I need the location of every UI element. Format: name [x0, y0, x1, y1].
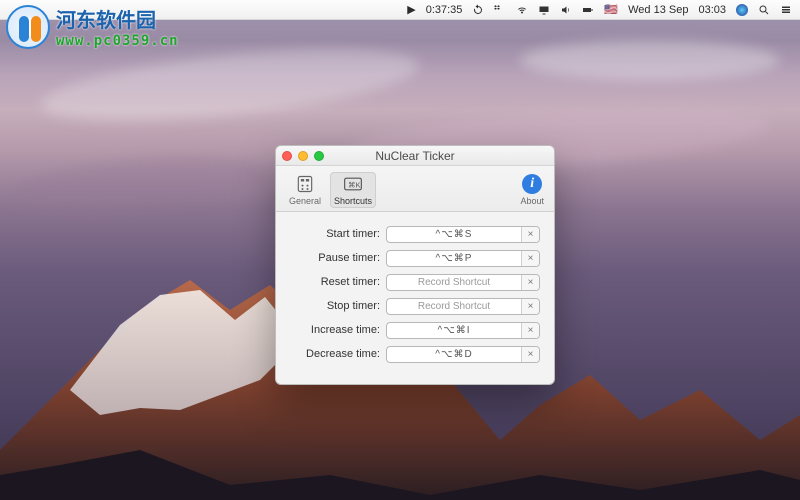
zoom-icon[interactable] — [314, 151, 324, 161]
cloud-decoration — [38, 35, 422, 134]
clear-shortcut-button[interactable]: × — [521, 275, 539, 290]
clear-shortcut-button[interactable]: × — [521, 227, 539, 242]
tab-general[interactable]: General — [282, 172, 328, 208]
battery-icon[interactable] — [582, 4, 594, 16]
shortcut-placeholder: Record Shortcut — [387, 299, 521, 314]
site-logo-icon — [6, 5, 50, 49]
tab-general-label: General — [289, 196, 321, 206]
shortcut-row: Start timer:^⌥⌘S× — [290, 224, 540, 244]
shortcut-placeholder: Record Shortcut — [387, 275, 521, 290]
tab-shortcuts-label: Shortcuts — [334, 196, 372, 206]
shortcut-label: Reset timer: — [290, 276, 386, 288]
tab-about-label: About — [520, 196, 544, 206]
shortcut-value: ^⌥⌘D — [387, 347, 521, 362]
sync-icon[interactable] — [472, 4, 484, 16]
shortcuts-icon: ⌘K — [342, 174, 364, 194]
menubar-time[interactable]: 03:03 — [698, 4, 726, 16]
info-icon: i — [522, 174, 542, 194]
dropbox-icon[interactable] — [494, 4, 506, 16]
site-name: 河东软件园 — [56, 4, 179, 33]
shortcut-label: Start timer: — [290, 228, 386, 240]
shortcut-recorder[interactable]: Record Shortcut× — [386, 298, 540, 315]
shortcut-recorder[interactable]: ^⌥⌘I× — [386, 322, 540, 339]
notifications-icon[interactable] — [780, 4, 792, 16]
shortcut-value: ^⌥⌘S — [387, 227, 521, 242]
preferences-window: NuClear Ticker General ⌘K Shortcuts — [275, 145, 555, 385]
wifi-icon[interactable] — [516, 4, 528, 16]
siri-icon[interactable] — [736, 4, 748, 16]
cloud-decoration — [520, 40, 780, 80]
shortcut-recorder[interactable]: Record Shortcut× — [386, 274, 540, 291]
shortcut-row: Pause timer:^⌥⌘P× — [290, 248, 540, 268]
preferences-toolbar: General ⌘K Shortcuts i About — [276, 166, 554, 212]
site-url: www.pc0359.cn — [56, 33, 179, 49]
shortcut-label: Stop timer: — [290, 300, 386, 312]
tab-shortcuts[interactable]: ⌘K Shortcuts — [330, 172, 376, 208]
shortcut-label: Decrease time: — [290, 348, 386, 360]
shortcut-value: ^⌥⌘P — [387, 251, 521, 266]
cloud-decoration — [8, 149, 271, 221]
shortcut-recorder[interactable]: ^⌥⌘S× — [386, 226, 540, 243]
shortcut-row: Increase time:^⌥⌘I× — [290, 320, 540, 340]
menubar-date[interactable]: Wed 13 Sep — [628, 4, 688, 16]
close-icon[interactable] — [282, 151, 292, 161]
desktop-wallpaper: ▶ 0:37:35 🇺🇸 Wed 13 Sep 03:03 河东软件园 www.… — [0, 0, 800, 500]
input-flag[interactable]: 🇺🇸 — [604, 3, 618, 16]
playback-status-icon[interactable]: ▶ — [407, 3, 415, 16]
volume-icon[interactable] — [560, 4, 572, 16]
shortcut-row: Decrease time:^⌥⌘D× — [290, 344, 540, 364]
shortcut-label: Increase time: — [290, 324, 386, 336]
window-titlebar[interactable]: NuClear Ticker — [276, 146, 554, 166]
shortcut-row: Stop timer:Record Shortcut× — [290, 296, 540, 316]
tab-about[interactable]: i About — [520, 174, 548, 206]
display-icon[interactable] — [538, 4, 550, 16]
clear-shortcut-button[interactable]: × — [521, 323, 539, 338]
shortcut-value: ^⌥⌘I — [387, 323, 521, 338]
clear-shortcut-button[interactable]: × — [521, 347, 539, 362]
spotlight-icon[interactable] — [758, 4, 770, 16]
general-icon — [294, 174, 316, 194]
svg-text:⌘K: ⌘K — [348, 180, 361, 189]
clear-shortcut-button[interactable]: × — [521, 299, 539, 314]
clear-shortcut-button[interactable]: × — [521, 251, 539, 266]
shortcut-recorder[interactable]: ^⌥⌘P× — [386, 250, 540, 267]
minimize-icon[interactable] — [298, 151, 308, 161]
playback-time[interactable]: 0:37:35 — [426, 4, 463, 16]
shortcut-label: Pause timer: — [290, 252, 386, 264]
shortcuts-pane: Start timer:^⌥⌘S×Pause timer:^⌥⌘P×Reset … — [276, 212, 554, 384]
shortcut-row: Reset timer:Record Shortcut× — [290, 272, 540, 292]
site-watermark: 河东软件园 www.pc0359.cn — [6, 4, 179, 49]
shortcut-recorder[interactable]: ^⌥⌘D× — [386, 346, 540, 363]
